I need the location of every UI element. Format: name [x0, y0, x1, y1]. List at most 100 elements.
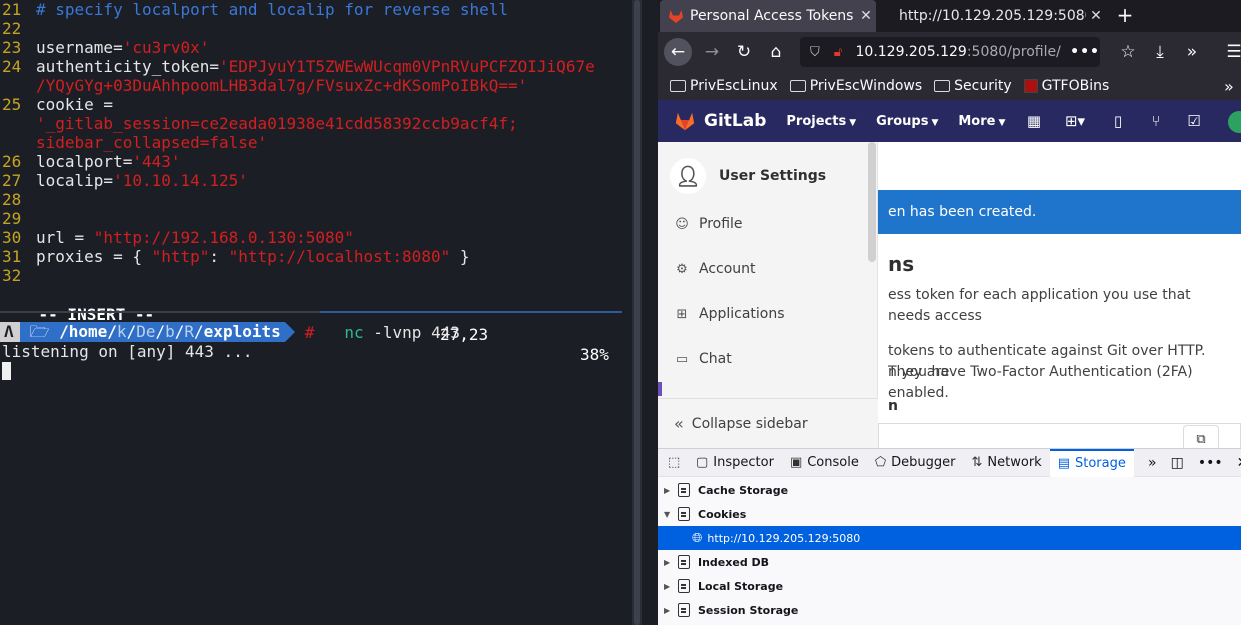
token-label: n	[888, 398, 898, 414]
code-token: cookie =	[36, 95, 114, 114]
menu-more[interactable]: More ▼	[958, 114, 1005, 129]
gitlab-logo-icon[interactable]	[674, 110, 696, 132]
sidebar-item-account[interactable]: ⚙ Account	[674, 261, 755, 277]
tree-item-session-storage[interactable]: ▶ Session Storage	[658, 598, 1241, 622]
sidebar-item-chat[interactable]: ▭ Chat	[674, 351, 732, 367]
bookmark-privesclinux[interactable]: PrivEscLinux	[670, 78, 778, 94]
page-actions-icon[interactable]: •••	[1070, 44, 1100, 60]
storage-db-icon	[678, 603, 690, 617]
sidebar-scrollbar[interactable]	[868, 142, 876, 262]
url-bar[interactable]: ⛉ 🔓︎ 10.129.205.129:5080/profile/ •••	[800, 37, 1100, 67]
close-icon[interactable]: ✕	[1086, 8, 1106, 24]
double-chevron-left-icon: «	[674, 414, 684, 433]
hamburger-menu-icon[interactable]: ☰	[1220, 38, 1241, 66]
new-tab-icon[interactable]: +	[1114, 0, 1136, 32]
vim-line: 29	[0, 209, 36, 228]
insecure-lock-icon[interactable]: 🔓︎	[834, 45, 850, 60]
tab-network[interactable]: ⇅ Network	[964, 449, 1050, 477]
url-text[interactable]: 10.129.205.129:5080/profile/	[856, 44, 1065, 60]
tab-storage[interactable]: ▤ Storage	[1049, 448, 1134, 477]
line-number: 27	[2, 171, 22, 190]
dock-side-icon[interactable]: ◫	[1171, 455, 1184, 471]
gtfobins-favicon-icon	[1023, 79, 1038, 93]
bookmark-privescwindows[interactable]: PrivEscWindows	[789, 78, 922, 94]
vim-status-line: -- INSERT -- 27,23 38%	[0, 285, 622, 364]
code-token: '_gitlab_session=ce2eada01938e41cdd58392…	[36, 114, 518, 133]
code-token: 'cu3rv0x'	[122, 38, 210, 57]
line-number: 21	[2, 0, 22, 19]
tab-title: http://10.129.205.129:5080	[899, 8, 1086, 24]
element-picker-icon[interactable]: ⬚	[658, 449, 688, 477]
sidebar-header[interactable]: 👤︎ User Settings	[670, 158, 826, 194]
home-icon[interactable]: ⌂	[762, 38, 790, 66]
tree-item-local-storage[interactable]: ▶ Local Storage	[658, 574, 1241, 598]
code-token: "http://192.168.0.130:5080"	[93, 228, 354, 247]
bookmark-gtfobins[interactable]: GTFOBins	[1023, 78, 1109, 94]
chart-icon[interactable]: ▦	[1024, 111, 1044, 131]
copy-icon[interactable]: ⧉	[1183, 425, 1219, 448]
code-token: localip=	[36, 171, 114, 190]
code-token: localport=	[36, 152, 133, 171]
vim-line: 23 username='cu3rv0x'	[0, 38, 209, 57]
user-avatar[interactable]	[1228, 111, 1241, 133]
tree-item-cookie-origin[interactable]: 🌐︎ http://10.129.205.129:5080	[658, 526, 1241, 550]
tree-item-cache-storage[interactable]: ▶ Cache Storage	[658, 478, 1241, 502]
menu-groups[interactable]: Groups ▼	[876, 114, 938, 129]
code-token: url =	[36, 228, 94, 247]
tab-debugger[interactable]: ⬠ Debugger	[867, 449, 964, 477]
forward-arrow-icon[interactable]: →	[698, 38, 726, 66]
todos-icon[interactable]: ☑	[1184, 111, 1204, 131]
terminal-window[interactable]: 21 # specify localport and localip for re…	[0, 0, 642, 625]
tab-personal-access-tokens[interactable]: Personal Access Tokens ✕	[660, 0, 876, 32]
close-icon[interactable]: ✕	[1237, 455, 1241, 471]
download-icon[interactable]: ⤓	[1146, 38, 1174, 66]
bookmark-star-icon[interactable]: ☆	[1114, 38, 1142, 66]
sidebar-item-profile[interactable]: ☺ Profile	[674, 216, 742, 232]
merge-requests-icon[interactable]: ⑂	[1146, 111, 1166, 131]
code-token: authenticity_token=	[36, 57, 220, 76]
code-token: }	[450, 247, 470, 266]
shield-icon[interactable]: ⛉	[810, 45, 826, 60]
tree-item-cookies[interactable]: ▼ Cookies	[658, 502, 1241, 526]
menu-projects[interactable]: Projects ▼	[786, 114, 856, 129]
prompt-path: 🗁 /home/k/De/b/R/exploits	[19, 322, 285, 342]
reload-icon[interactable]: ↻	[730, 38, 758, 66]
collapse-sidebar-button[interactable]: «Collapse sidebar	[658, 398, 878, 448]
root-hash: #	[304, 322, 315, 342]
code-token: 'EDPJyuY1T5ZWEwWUcqm0VPnRVuPCFZOIJiQ67e	[219, 57, 595, 76]
devtools-toolbar: ⬚ ▢ Inspector ▣ Console ⬠ Debugger ⇅ Network…	[658, 448, 1241, 477]
line-number: 28	[2, 190, 22, 209]
vim-line: 24 authenticity_token='EDPJyuY1T5ZWEwWUcq…	[0, 57, 595, 76]
shell-prompt: Λ 🗁 /home/k/De/b/R/exploits # nc -lvnp 4…	[0, 322, 460, 342]
storage-db-icon	[678, 507, 690, 521]
chevron-down-icon: ▼	[849, 117, 857, 128]
tab-inspector[interactable]: ▢ Inspector	[688, 449, 782, 477]
bookmark-security[interactable]: Security	[934, 78, 1012, 94]
issues-icon[interactable]: ▯	[1108, 111, 1128, 131]
tab-second[interactable]: http://10.129.205.129:5080 ✕	[884, 0, 1106, 32]
tab-title: Personal Access Tokens	[690, 8, 854, 24]
line-number: 25	[2, 95, 22, 114]
back-arrow-icon[interactable]: ←	[664, 38, 692, 66]
code-token: /YQyGYg+03DuAhhpoomLHB3dal7g/FVsuxZc+dKS…	[36, 76, 528, 95]
gitlab-brand[interactable]: GitLab	[704, 111, 766, 131]
tree-item-indexed-db[interactable]: ▶ Indexed DB	[658, 550, 1241, 574]
code-token: '443'	[132, 152, 181, 171]
prompt-arrow	[284, 322, 295, 342]
close-icon[interactable]: ✕	[856, 8, 876, 24]
sidebar-item-applications[interactable]: ⊞ Applications	[674, 306, 785, 322]
devtools-menu-icon[interactable]: •••	[1198, 455, 1223, 471]
new-item-icon[interactable]: ⊞▾	[1060, 111, 1090, 131]
bookmarks-overflow-icon[interactable]: »	[1224, 77, 1234, 96]
expand-arrow-icon: ▶	[664, 557, 671, 567]
code-token: "http"	[151, 247, 210, 266]
terminal-scrollbar[interactable]	[632, 0, 642, 625]
inspector-icon: ▢	[696, 455, 709, 470]
command-args: -lvnp 443	[363, 322, 460, 342]
window-divider	[642, 0, 658, 625]
tab-console[interactable]: ▣ Console	[782, 449, 867, 477]
gitlab-favicon-icon	[669, 10, 683, 23]
expand-arrow-icon: ▶	[664, 581, 671, 591]
overflow-chevron-icon[interactable]: »	[1178, 38, 1206, 66]
devtools-overflow-icon[interactable]: »	[1148, 455, 1157, 471]
